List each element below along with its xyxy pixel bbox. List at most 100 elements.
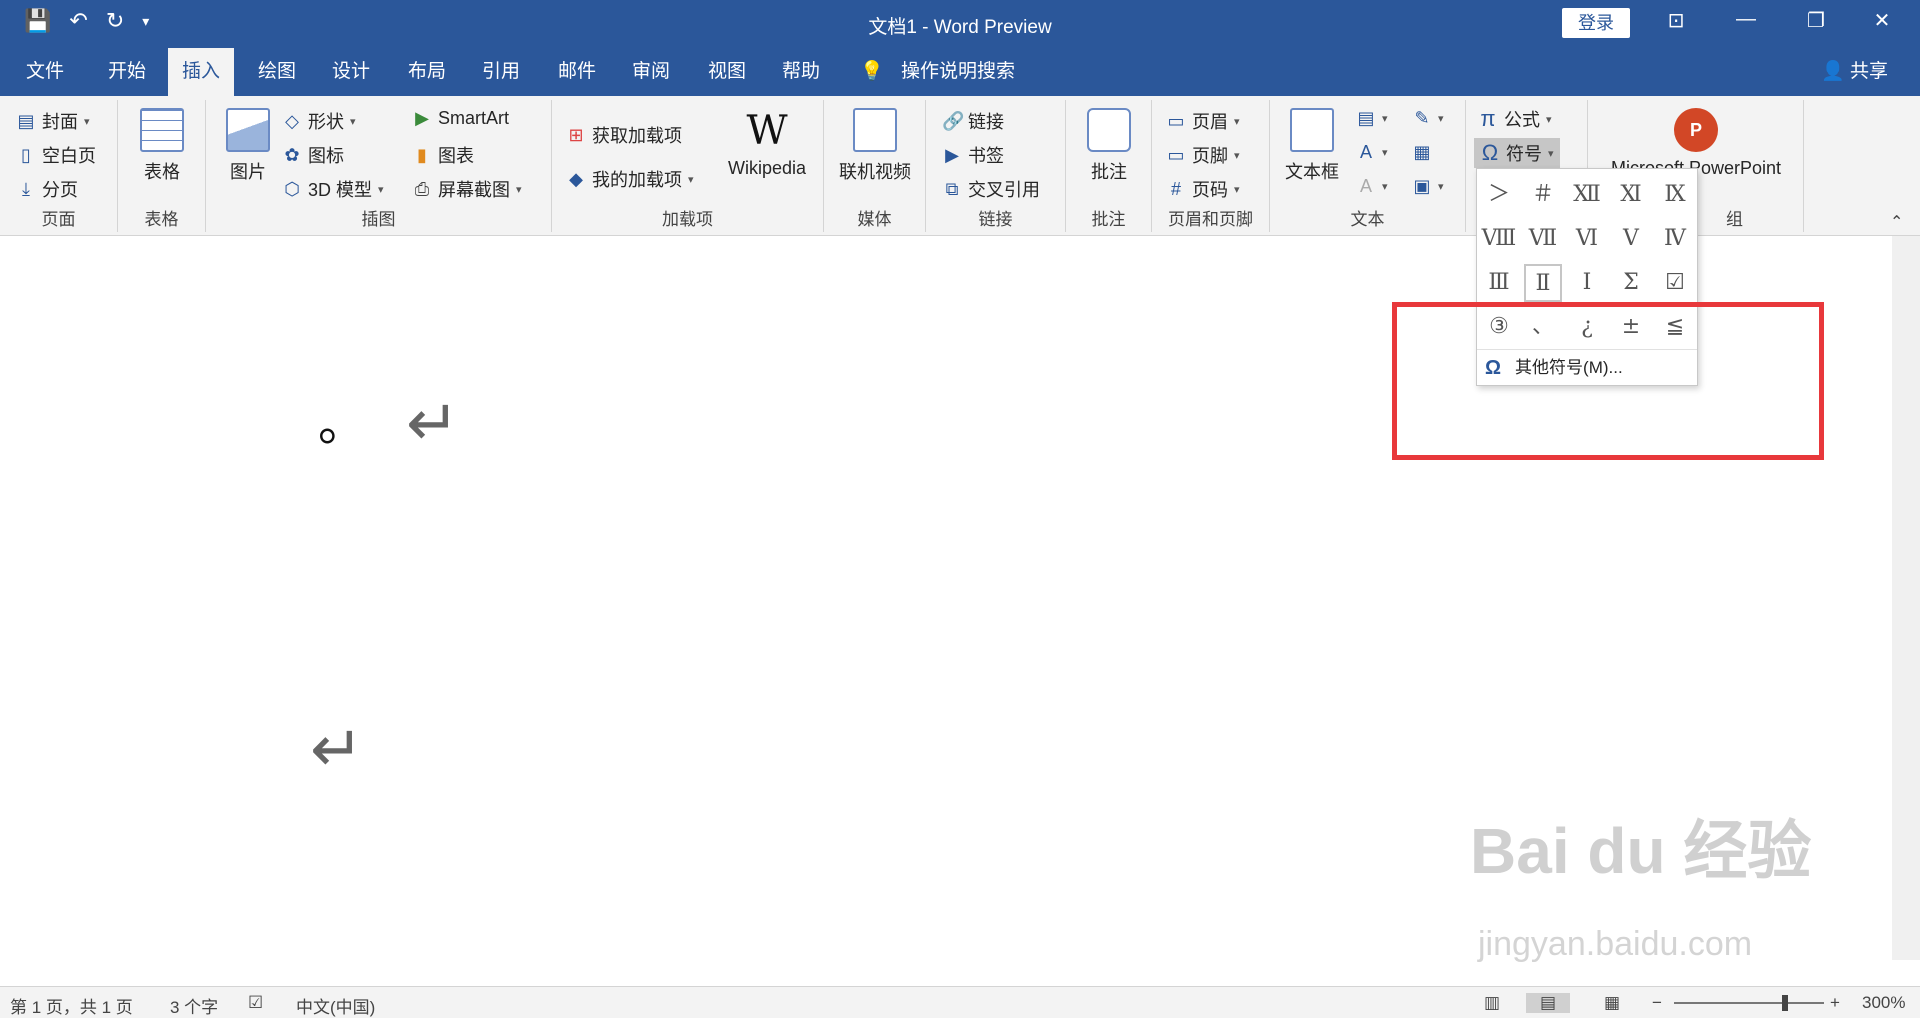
symbol-cell[interactable]: ＃ [1521, 173, 1565, 217]
symbol-cell[interactable]: Ⅴ [1609, 217, 1653, 261]
tell-me-label: 操作说明搜索 [900, 61, 1015, 82]
blank-page-button[interactable]: ▯ 空白页 [16, 142, 96, 168]
symbol-cell[interactable]: ☑ [1653, 261, 1697, 305]
symbol-cell-selected[interactable]: Ⅱ [1524, 264, 1562, 302]
quick-parts-button[interactable]: ▤ ▾ [1356, 108, 1387, 129]
chevron-down-icon: ▾ [1438, 181, 1444, 193]
page-number-icon: # [1170, 178, 1181, 199]
symbol-label: 符号 [1506, 144, 1542, 164]
group-pages: ▤ 封面 ▾ ▯ 空白页 ⤓ 分页 页面 [0, 100, 118, 232]
vertical-scrollbar[interactable] [1892, 236, 1920, 960]
pictures-button[interactable]: 图片 [224, 108, 272, 184]
bookmark-label: 书签 [968, 146, 1004, 166]
highlight-box [1392, 302, 1824, 460]
chart-button[interactable]: ▮ 图表 [412, 142, 474, 168]
table-button[interactable]: 表格 [138, 108, 186, 184]
video-icon [853, 108, 897, 152]
share-button[interactable]: 👤 共享 [1821, 48, 1888, 96]
symbol-cell[interactable]: Ⅸ [1653, 173, 1697, 217]
symbol-cell[interactable]: Σ [1609, 261, 1653, 305]
close-icon[interactable]: ✕ [1862, 8, 1902, 33]
symbol-cell[interactable]: Ⅳ [1653, 217, 1697, 261]
zoom-slider-thumb[interactable] [1782, 995, 1788, 1011]
tab-help[interactable]: 帮助 [768, 48, 834, 96]
page-count[interactable]: 第 1 页，共 1 页 [10, 993, 133, 1018]
web-layout-icon[interactable]: ▦ [1604, 993, 1620, 1013]
textbox-label: 文本框 [1285, 162, 1339, 182]
equation-button[interactable]: π 公式 ▾ [1478, 106, 1551, 132]
tab-design[interactable]: 设计 [318, 48, 384, 96]
link-button[interactable]: 🔗 链接 [942, 108, 1004, 134]
symbol-cell[interactable]: Ⅷ [1477, 217, 1521, 261]
cross-reference-icon: ⧉ [945, 178, 959, 199]
comment-icon [1087, 108, 1131, 152]
3d-models-button[interactable]: ⬡ 3D 模型 ▾ [282, 176, 383, 202]
screenshot-button[interactable]: ⎙ 屏幕截图 ▾ [412, 176, 522, 202]
smartart-button[interactable]: ▶ SmartArt [412, 108, 509, 129]
tab-references[interactable]: 引用 [468, 48, 534, 96]
tab-layout[interactable]: 布局 [394, 48, 460, 96]
tab-home[interactable]: 开始 [94, 48, 160, 96]
symbol-cell[interactable]: Ⅰ [1565, 261, 1609, 305]
smartart-icon: ▶ [415, 108, 429, 128]
footer-button[interactable]: ▭ 页脚 ▾ [1166, 142, 1239, 168]
page-break-button[interactable]: ⤓ 分页 [16, 176, 78, 202]
tab-mailings[interactable]: 邮件 [544, 48, 610, 96]
header-button[interactable]: ▭ 页眉 ▾ [1166, 108, 1239, 134]
proofing-icon[interactable]: ☑ [248, 993, 263, 1013]
get-addins-button[interactable]: ⊞ 获取加载项 [566, 122, 682, 148]
collapse-ribbon-icon[interactable]: ⌃ [1890, 212, 1903, 232]
tab-draw[interactable]: 绘图 [244, 48, 310, 96]
zoom-out-icon[interactable]: − [1652, 993, 1662, 1013]
word-count[interactable]: 3 个字 [170, 993, 218, 1018]
textbox-button[interactable]: 文本框 [1280, 108, 1344, 184]
screenshot-label: 屏幕截图 [438, 180, 510, 200]
symbol-button[interactable]: Ω 符号 ▾ [1474, 138, 1560, 168]
tab-view[interactable]: 视图 [694, 48, 760, 96]
minimize-icon[interactable]: — [1726, 8, 1766, 31]
zoom-slider[interactable] [1674, 1002, 1824, 1004]
group-links: 🔗 链接 ▶ 书签 ⧉ 交叉引用 链接 [926, 100, 1066, 232]
wikipedia-button[interactable]: W Wikipedia [720, 108, 814, 179]
my-addins-button[interactable]: ◆ 我的加载项 ▾ [566, 166, 693, 192]
symbol-cell[interactable]: Ⅵ [1565, 217, 1609, 261]
object-button[interactable]: ▣ ▾ [1412, 176, 1444, 197]
language[interactable]: 中文(中国) [296, 993, 375, 1018]
zoom-in-icon[interactable]: + [1830, 993, 1840, 1013]
page-number-button[interactable]: # 页码 ▾ [1166, 176, 1240, 202]
footer-icon: ▭ [1167, 144, 1185, 165]
zoom-level[interactable]: 300% [1862, 993, 1905, 1013]
print-layout-icon[interactable]: ▤ [1526, 993, 1571, 1013]
signature-line-button[interactable]: ✎ ▾ [1412, 108, 1443, 129]
comment-button[interactable]: 批注 [1082, 108, 1136, 184]
date-time-button[interactable]: ▦ [1412, 142, 1432, 163]
link-icon: 🔗 [942, 110, 965, 131]
online-video-button[interactable]: 联机视频 [832, 108, 918, 184]
group-header-footer: ▭ 页眉 ▾ ▭ 页脚 ▾ # 页码 ▾ 页眉和页脚 [1152, 100, 1270, 232]
ribbon-display-icon[interactable]: ⊡ [1656, 8, 1696, 33]
title-bar: 💾 ↶ ↻ ▾ 文档1 - Word Preview 登录 ⊡ — ❐ ✕ [0, 0, 1920, 48]
wikipedia-icon: W [746, 108, 788, 154]
person-icon: 👤 [1821, 61, 1845, 82]
wordart-button[interactable]: A ▾ [1356, 142, 1388, 163]
read-mode-icon[interactable]: ▥ [1484, 993, 1500, 1013]
symbol-cell[interactable]: Ⅶ [1521, 217, 1565, 261]
login-button[interactable]: 登录 [1562, 8, 1630, 38]
tab-insert[interactable]: 插入 [168, 48, 235, 96]
tab-review[interactable]: 审阅 [618, 48, 684, 96]
tell-me-search[interactable]: 💡 操作说明搜索 [860, 48, 1015, 96]
drop-cap-button[interactable]: A ▾ [1356, 176, 1388, 197]
symbol-cell[interactable]: Ⅻ [1565, 173, 1609, 217]
shapes-button[interactable]: ◇ 形状 ▾ [282, 108, 355, 134]
textbox-icon [1290, 108, 1334, 152]
icons-button[interactable]: ✿ 图标 [282, 142, 344, 168]
cross-reference-button[interactable]: ⧉ 交叉引用 [942, 176, 1040, 202]
symbol-cell[interactable]: ＞ [1477, 173, 1521, 217]
symbol-cell[interactable]: Ⅺ [1609, 173, 1653, 217]
symbol-cell[interactable]: Ⅲ [1477, 261, 1521, 305]
paragraph-mark-icon: ↵ [310, 713, 364, 785]
restore-icon[interactable]: ❐ [1796, 8, 1836, 33]
bookmark-button[interactable]: ▶ 书签 [942, 142, 1004, 168]
cover-page-button[interactable]: ▤ 封面 ▾ [16, 108, 89, 134]
tab-file[interactable]: 文件 [12, 48, 78, 96]
